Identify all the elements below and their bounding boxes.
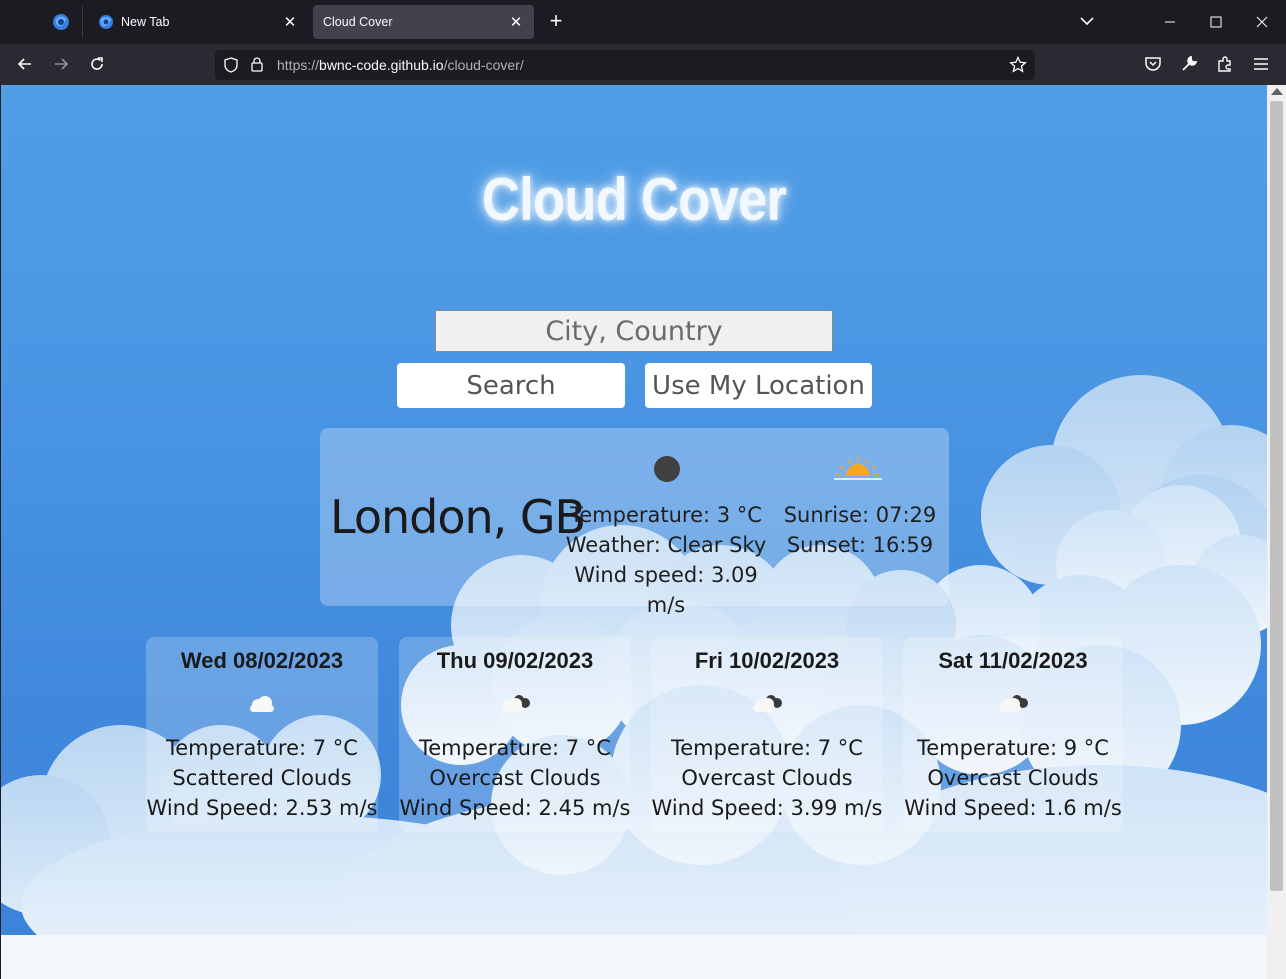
forecast-description: Overcast Clouds — [927, 766, 1099, 790]
maximize-icon[interactable] — [1206, 12, 1226, 32]
scroll-up-arrow-icon[interactable] — [1271, 88, 1283, 95]
forecast-temperature: Temperature: 9 °C — [917, 736, 1109, 760]
forecast-description: Overcast Clouds — [429, 766, 601, 790]
minimize-icon[interactable] — [1160, 12, 1180, 32]
new-tab-button[interactable]: + — [544, 10, 568, 34]
forecast-date: Sat 11/02/2023 — [938, 648, 1088, 673]
close-tab-icon[interactable]: ✕ — [282, 13, 298, 31]
city-search-input[interactable] — [435, 310, 833, 352]
overcast-clouds-icon — [501, 695, 530, 712]
forecast-wind-speed: Wind Speed: 2.53 m/s — [146, 796, 378, 820]
sunrise-icon — [834, 457, 882, 480]
forecast-wind-speed: Wind Speed: 1.6 m/s — [904, 796, 1122, 820]
hamburger-menu-icon[interactable] — [1251, 54, 1271, 74]
forecast-temperature: Temperature: 7 °C — [671, 736, 863, 760]
tab-new-tab[interactable]: New Tab ✕ — [88, 5, 308, 39]
extensions-puzzle-icon[interactable] — [1215, 54, 1235, 74]
city-name: London, GB — [330, 490, 586, 544]
forecast-date: Fri 10/02/2023 — [694, 648, 840, 673]
page-title: Cloud Cover — [481, 166, 787, 233]
close-tab-icon[interactable]: ✕ — [508, 13, 524, 31]
browser-nav-bar: https://bwnc-code.github.io/cloud-cover/ — [0, 44, 1286, 85]
forward-arrow-icon[interactable] — [51, 54, 71, 74]
tab-label: New Tab — [121, 15, 170, 29]
scattered-clouds-icon — [250, 696, 274, 712]
firefox-icon — [99, 15, 113, 29]
use-my-location-button[interactable]: Use My Location — [645, 363, 872, 408]
url-scheme: https:// — [277, 57, 320, 73]
forecast-temperature: Temperature: 7 °C — [419, 736, 611, 760]
forecast-details: Temperature: 9 °C Overcast Clouds Wind S… — [903, 733, 1123, 823]
lock-icon[interactable] — [250, 56, 264, 73]
forecast-description: Scattered Clouds — [172, 766, 352, 790]
browser-tab-bar: New Tab ✕ Cloud Cover ✕ + — [0, 0, 1286, 44]
url-path: /cloud-cover/ — [443, 57, 524, 73]
tab-cloud-cover[interactable]: Cloud Cover ✕ — [313, 5, 534, 39]
forecast-wind-speed: Wind Speed: 3.99 m/s — [651, 796, 883, 820]
page-viewport: Cloud Cover Search Use My Location Londo… — [1, 85, 1267, 979]
forecast-date: Thu 09/02/2023 — [436, 648, 594, 673]
forecast-date: Wed 08/02/2023 — [180, 648, 344, 673]
forecast-card: Thu 09/02/2023 Temperature: 7 °C Overcas… — [399, 637, 631, 832]
forecast-details: Temperature: 7 °C Overcast Clouds Wind S… — [399, 733, 631, 823]
firefox-view-button[interactable] — [40, 6, 83, 38]
url-host: bwnc-code.github.io — [319, 57, 444, 73]
page-scrollbar[interactable] — [1267, 85, 1286, 979]
forecast-card: Sat 11/02/2023 Temperature: 9 °C Overcas… — [903, 637, 1123, 832]
forecast-temperature: Temperature: 7 °C — [166, 736, 358, 760]
reload-icon[interactable] — [87, 54, 107, 74]
current-weather-description: Weather: Clear Sky — [565, 533, 767, 557]
current-wind-speed: Wind speed: 3.09 m/s — [574, 563, 758, 617]
scrollbar-thumb[interactable] — [1270, 101, 1283, 891]
current-temperature: Temperature: 3 °C — [570, 503, 762, 527]
sun-times: Sunrise: 07:29 Sunset: 16:59 — [780, 500, 940, 560]
url-text: https://bwnc-code.github.io/cloud-cover/ — [277, 57, 524, 73]
tracking-protection-shield-icon[interactable] — [223, 57, 239, 73]
forecast-description: Overcast Clouds — [681, 766, 853, 790]
overcast-clouds-icon — [753, 695, 782, 712]
close-window-icon[interactable] — [1252, 12, 1272, 32]
current-weather-details: Temperature: 3 °C Weather: Clear Sky Win… — [556, 500, 776, 620]
forecast-card: Fri 10/02/2023 Temperature: 7 °C Overcas… — [651, 637, 883, 832]
list-all-tabs-icon[interactable] — [1078, 12, 1096, 30]
wrench-icon[interactable] — [1179, 54, 1199, 74]
sunset-time: Sunset: 16:59 — [786, 533, 934, 557]
dark-moon-icon — [654, 456, 680, 482]
search-button[interactable]: Search — [397, 363, 625, 408]
bookmark-star-icon[interactable] — [1009, 56, 1027, 74]
overcast-clouds-icon — [999, 695, 1028, 712]
forecast-wind-speed: Wind Speed: 2.45 m/s — [399, 796, 631, 820]
tab-label: Cloud Cover — [323, 15, 393, 29]
current-weather-card: London, GB Temperature: 3 °C Weather: Cl… — [320, 428, 949, 617]
address-bar[interactable]: https://bwnc-code.github.io/cloud-cover/ — [215, 50, 1035, 80]
back-arrow-icon[interactable] — [15, 54, 35, 74]
firefox-icon — [53, 14, 69, 30]
forecast-details: Temperature: 7 °C Overcast Clouds Wind S… — [651, 733, 883, 823]
forecast-card: Wed 08/02/2023 Temperature: 7 °C Scatter… — [146, 637, 378, 832]
forecast-details: Temperature: 7 °C Scattered Clouds Wind … — [146, 733, 378, 823]
pocket-icon[interactable] — [1143, 54, 1163, 74]
sunrise-time: Sunrise: 07:29 — [783, 503, 937, 527]
